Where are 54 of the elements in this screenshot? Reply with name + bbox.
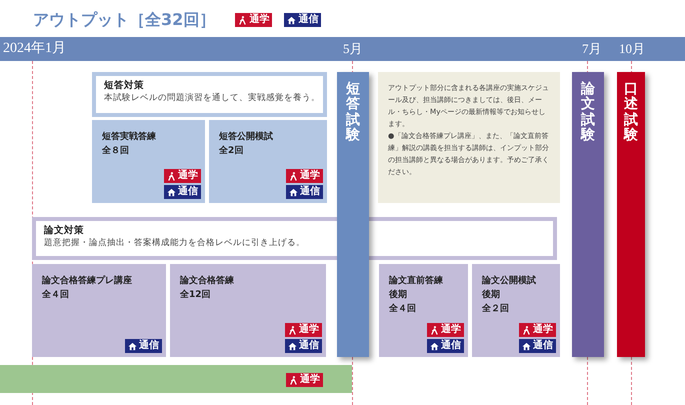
walking-person-icon — [167, 172, 176, 180]
correspondence-badge: 通信 — [284, 13, 322, 27]
section-description: 本試験レベルの問題演習を通して、実戦感覚を養う。 — [104, 92, 315, 104]
course-name: 論文合格答練プレ講座 — [42, 274, 133, 288]
commute-badge: 通学 — [286, 169, 323, 183]
correspondence-badge: 通信 — [519, 339, 556, 353]
section-heading: 短答対策 — [104, 79, 145, 92]
commute-badge: 通学 — [427, 323, 464, 337]
commute-badge: 通学 — [164, 169, 201, 183]
course-name: 論文直前答練 — [389, 274, 444, 288]
section-heading: 論文対策 — [44, 224, 85, 237]
course-count: 全12回 — [180, 288, 212, 302]
course-count: 全４回 — [389, 302, 417, 316]
exam-label: 論文試験 — [581, 82, 595, 146]
exam-label: 短答試験 — [346, 82, 360, 146]
course-term: 後期 — [482, 288, 501, 302]
correspondence-badge: 通信 — [286, 185, 323, 199]
correspondence-badge: 通信 — [427, 339, 464, 353]
exam-label: 口述試験 — [624, 82, 638, 146]
walking-person-icon — [289, 172, 298, 180]
course-name: 短答公開模試 — [219, 130, 274, 144]
course-count: 全２回 — [482, 302, 510, 316]
commute-badge: 通学 — [285, 323, 322, 337]
house-icon — [167, 188, 176, 196]
walking-person-icon — [288, 326, 297, 334]
month-label: 5月 — [343, 40, 364, 58]
walking-person-icon — [430, 326, 439, 334]
month-label: 2024年1月 — [3, 40, 67, 58]
correspondence-badge: 通信 — [285, 339, 322, 353]
house-icon — [288, 342, 297, 350]
walking-person-icon — [522, 326, 531, 334]
walking-person-icon — [289, 376, 298, 384]
course-name: 論文公開模試 — [482, 274, 537, 288]
section-description: 題意把握・論点抽出・答案構成能力を合格レベルに引き上げる。 — [44, 237, 306, 249]
course-count: 全８回 — [102, 144, 130, 158]
house-icon — [430, 342, 439, 350]
month-label: 7月 — [582, 40, 602, 58]
house-icon — [289, 188, 298, 196]
course-name: 短答実戦答練 — [102, 130, 157, 144]
house-icon — [128, 342, 137, 350]
commute-badge: 通学 — [286, 373, 323, 387]
walking-person-icon — [238, 16, 248, 24]
commute-badge: 通学 — [235, 13, 272, 27]
course-term: 後期 — [389, 288, 408, 302]
course-name: 論文合格答練 — [180, 274, 235, 288]
commute-badge: 通学 — [519, 323, 556, 337]
course-count: 全2回 — [219, 144, 244, 158]
house-icon — [287, 16, 296, 24]
course-count: 全４回 — [42, 288, 70, 302]
page-title: アウトプット［全32回］ — [33, 10, 216, 30]
correspondence-badge: 通信 — [125, 339, 162, 353]
correspondence-badge: 通信 — [164, 185, 201, 199]
house-icon — [522, 342, 531, 350]
month-label: 10月 — [619, 40, 646, 58]
